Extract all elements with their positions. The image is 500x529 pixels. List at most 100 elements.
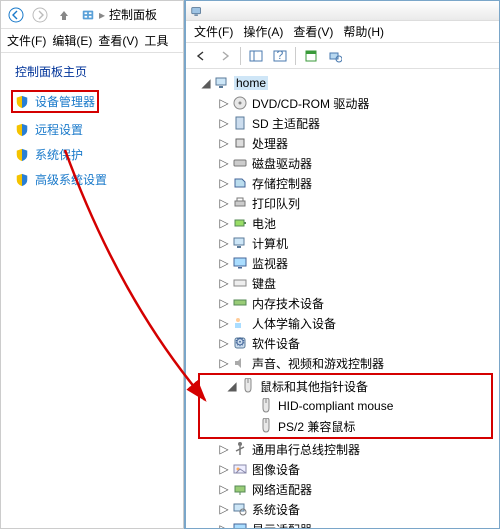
disk-icon [232,155,248,171]
menu-action[interactable]: 操作(A) [243,23,283,40]
expander-closed-icon[interactable]: ▷ [218,97,230,109]
forward-button[interactable] [29,4,51,26]
expander-closed-icon[interactable]: ▷ [218,463,230,475]
disc-icon [232,95,248,111]
tree-category[interactable]: ▷ 声音、视频和游戏控制器 [192,353,499,373]
tree-category[interactable]: ▷磁盘驱动器 [192,153,499,173]
expander-closed-icon[interactable]: ▷ [218,277,230,289]
sound-icon [232,355,248,371]
expander-closed-icon[interactable]: ▷ [218,523,230,528]
sd-icon [232,115,248,131]
battery-icon [232,215,248,231]
tree-category[interactable]: ▷ 图像设备 [192,459,499,479]
category-label: 网络适配器 [252,481,312,498]
sidebar-item-label: 设备管理器 [35,93,95,110]
expander-closed-icon[interactable]: ▷ [218,317,230,329]
toolbar-separator [295,47,296,65]
scan-hardware-icon[interactable] [324,45,346,67]
tree-category[interactable]: ▷DVD/CD-ROM 驱动器 [192,93,499,113]
expander-closed-icon[interactable]: ▷ [218,257,230,269]
control-panel-heading: 控制面板主页 [15,63,183,80]
menu-file[interactable]: 文件(F) [7,32,46,49]
hid-icon [232,315,248,331]
back-button[interactable] [5,4,27,26]
expander-closed-icon[interactable]: ▷ [218,177,230,189]
computer-icon [232,235,248,251]
console-tree-icon[interactable] [245,45,267,67]
tree-category[interactable]: ▷显示适配器 [192,519,499,528]
sidebar-item-0[interactable]: 设备管理器 [11,90,99,113]
tree-category[interactable]: ▷监视器 [192,253,499,273]
help-icon[interactable]: ? [269,45,291,67]
properties-icon[interactable] [300,45,322,67]
display-icon [232,521,248,528]
expander-closed-icon[interactable]: ▷ [218,503,230,515]
expander-closed-icon[interactable]: ▷ [218,237,230,249]
device-label: HID-compliant mouse [278,399,393,413]
tree-category[interactable]: ▷ 存储控制器 [192,173,499,193]
tree-category[interactable]: ▷ 通用串行总线控制器 [192,439,499,459]
expander-closed-icon[interactable]: ▷ [218,157,230,169]
back-icon[interactable] [190,45,212,67]
tree-category[interactable]: ▷系统设备 [192,499,499,519]
tree-category[interactable]: ▷ SD 主适配器 [192,113,499,133]
menu-edit[interactable]: 编辑(E) [52,32,92,49]
sidebar-item-2[interactable]: 系统保护 [15,146,183,163]
menu-help[interactable]: 帮助(H) [343,23,384,40]
left-content: 控制面板主页 设备管理器远程设置系统保护高级系统设置 [1,53,183,188]
tree-root[interactable]: ◢ home [192,73,499,93]
tree-category-mouse[interactable]: ◢ 鼠标和其他指针设备 [200,376,491,396]
up-button[interactable] [53,4,75,26]
cpu-icon [232,135,248,151]
tree-category[interactable]: ▷⚙软件设备 [192,333,499,353]
expander-closed-icon[interactable]: ▷ [218,443,230,455]
right-menubar: 文件(F) 操作(A) 查看(V) 帮助(H) [186,21,499,43]
breadcrumb-label: 控制面板 [109,6,157,23]
category-label: 打印队列 [252,195,300,212]
tree-device[interactable]: ▷ HID-compliant mouse [200,396,491,416]
device-tree[interactable]: ◢ home ▷DVD/CD-ROM 驱动器▷SD 主适配器▷处理器▷磁盘驱动器… [186,69,499,528]
menu-file[interactable]: 文件(F) [194,23,233,40]
sidebar-item-1[interactable]: 远程设置 [15,121,183,138]
mouse-icon [240,378,256,394]
category-label: 人体学输入设备 [252,315,336,332]
tree-category[interactable]: ▷ 电池 [192,213,499,233]
expander-closed-icon[interactable]: ▷ [218,137,230,149]
mouse-icon [258,418,274,434]
toolbar-separator [240,47,241,65]
expander-open-icon[interactable]: ◢ [226,380,238,392]
expander-closed-icon[interactable]: ▷ [218,217,230,229]
tree-device[interactable]: ▷ PS/2 兼容鼠标 [200,416,491,436]
tree-category[interactable]: ▷ 人体学输入设备 [192,313,499,333]
category-label: 存储控制器 [252,175,312,192]
keyboard-icon [232,275,248,291]
expander-closed-icon[interactable]: ▷ [218,197,230,209]
category-label: 图像设备 [252,461,300,478]
printer-icon [232,195,248,211]
sidebar-item-label: 远程设置 [35,121,83,138]
expander-open-icon[interactable]: ◢ [200,77,212,89]
tree-category[interactable]: ▷ 网络适配器 [192,479,499,499]
tree-category[interactable]: ▷内存技术设备 [192,293,499,313]
sidebar-item-3[interactable]: 高级系统设置 [15,171,183,188]
tree-category[interactable]: ▷键盘 [192,273,499,293]
tree-category[interactable]: ▷处理器 [192,133,499,153]
category-label: 软件设备 [252,335,300,352]
category-label: 声音、视频和游戏控制器 [252,355,384,372]
menu-tools[interactable]: 工具 [144,32,168,49]
titlebar [186,1,499,21]
expander-closed-icon[interactable]: ▷ [218,337,230,349]
tree-category[interactable]: ▷计算机 [192,233,499,253]
forward-icon[interactable] [214,45,236,67]
category-label: SD 主适配器 [252,115,320,132]
menu-view[interactable]: 查看(V) [98,32,138,49]
category-label: 电池 [252,215,276,232]
tree-category[interactable]: ▷ 打印队列 [192,193,499,213]
expander-closed-icon[interactable]: ▷ [218,357,230,369]
category-label: 通用串行总线控制器 [252,441,360,458]
expander-closed-icon[interactable]: ▷ [218,297,230,309]
expander-closed-icon[interactable]: ▷ [218,483,230,495]
breadcrumb-bar[interactable]: ▸ 控制面板 [77,6,179,23]
menu-view[interactable]: 查看(V) [293,23,333,40]
expander-closed-icon[interactable]: ▷ [218,117,230,129]
